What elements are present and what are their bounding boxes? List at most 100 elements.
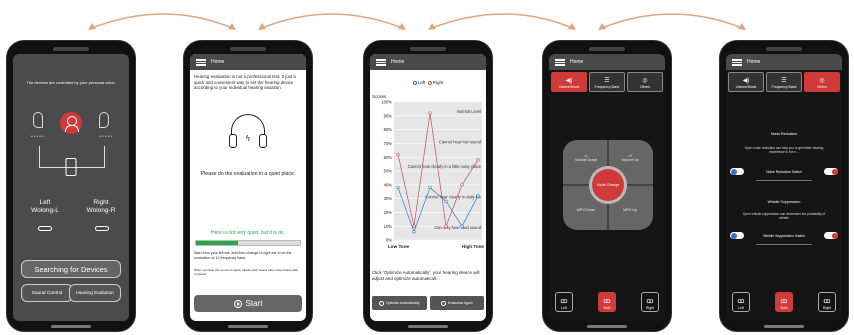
screen: The devices are controlled by your perso…: [13, 54, 129, 321]
mpo-down-button[interactable]: MPO Down: [569, 208, 603, 212]
stage: The devices are controlled by your perso…: [0, 0, 854, 335]
whistle-suppression-title: Whistle Suppression: [767, 200, 801, 204]
screen: Home ◀) Volume/Mode ☰ Frequency Band ◎ Othe…: [549, 54, 665, 321]
hearing-evaluation-button[interactable]: Hearing Evalution: [69, 284, 121, 302]
screen: Home Hearing evaluation is not a profess…: [190, 54, 306, 321]
both-ears-icon: ꝏ: [780, 298, 788, 305]
noise-reduction-description: Open noise reduction can help you to get…: [744, 146, 824, 154]
legend-right-marker: [427, 80, 432, 85]
volume-down-label: Volume Down: [574, 158, 598, 162]
ear-both-label: Both: [603, 306, 611, 310]
quiet-place-text: Please do the evaluation in a quiet plac…: [200, 171, 296, 177]
ear-left-button[interactable]: ꝏ Left: [732, 292, 750, 312]
y-tick-label: 10%: [384, 224, 393, 229]
x-end-label: High Tone: [462, 244, 485, 249]
data-point-left: [476, 194, 480, 198]
flow-arrows: [88, 13, 746, 30]
tab-frequency-band[interactable]: ☰ Frequency Band: [589, 72, 625, 92]
phone-volume-mode: Home ◀) Volume/Mode ☰ Frequency Band ◎ Othe…: [542, 40, 672, 332]
optimize-note: Click 'Optimize Automatically', your hea…: [372, 270, 480, 281]
tab-volume-mode[interactable]: ◀) Volume/Mode: [728, 72, 764, 92]
flow-arrow-3: [431, 13, 573, 29]
data-point-right: [428, 111, 432, 115]
tab-others[interactable]: ◎ Others: [804, 72, 840, 92]
ear-left-label: Left: [738, 306, 744, 310]
tab-frequency-band-label: Frequency Band: [594, 85, 620, 89]
data-point-right: [396, 152, 400, 157]
top-bar-title: Home: [211, 59, 225, 65]
tab-volume-mode[interactable]: ◀) Volume/Mode: [551, 72, 587, 92]
data-point-left: [396, 185, 400, 190]
hint-text: When you hear the sound of signal, pleas…: [194, 268, 299, 276]
sound-control-button[interactable]: Sound Control: [21, 284, 73, 302]
mpo-up-button[interactable]: MPO Up: [613, 208, 647, 212]
legend-left-label: Left: [417, 80, 426, 85]
tab-frequency-band[interactable]: ☰ Frequency Band: [766, 72, 802, 92]
ear-right-button[interactable]: ꝏ Right: [641, 292, 659, 312]
y-tick-label: 80%: [384, 127, 393, 132]
ear-selector: ꝏ Left ꝏ Both ꝏ Right: [732, 292, 836, 312]
left-hearing-aid-icon: [33, 112, 43, 128]
chart-annotation: Cannot hear clearly in daily life: [425, 195, 481, 200]
data-point-left: [444, 199, 448, 203]
data-point-right: [460, 183, 464, 187]
data-point-right: [444, 224, 448, 228]
noise-reduction-toggle-off[interactable]: [824, 168, 838, 175]
y-tick-label: 60%: [384, 155, 393, 160]
action-buttons: Optimize Automatically Evaluation Again: [372, 296, 484, 310]
ear-left-label: Left: [561, 306, 567, 310]
top-bar: Home: [370, 54, 486, 70]
instruction-text: Start from your left ear, and then chang…: [194, 251, 292, 260]
pulse-circle-icon: ◎: [642, 78, 648, 84]
menu-icon[interactable]: [196, 58, 206, 66]
ear-both-button[interactable]: ꝏ Both: [598, 292, 616, 312]
y-axis-label: Scores: [372, 94, 387, 99]
top-bar-title: Home: [747, 59, 761, 65]
noise-level-bar: [195, 240, 301, 246]
gear-icon: [379, 300, 385, 306]
ear-both-button[interactable]: ꝏ Both: [775, 292, 793, 312]
top-bar: Home: [190, 54, 306, 70]
ear-selector: ꝏ Left ꝏ Both ꝏ Right: [555, 292, 659, 312]
menu-icon[interactable]: [555, 58, 565, 66]
flow-arrow-4: [601, 13, 743, 29]
y-tick-label: 100%: [381, 100, 392, 105]
noise-reduction-switch-label: Noise Reduction Switch: [766, 169, 802, 174]
y-tick-label: 70%: [384, 141, 393, 146]
mode-change-button[interactable]: Mode Change: [592, 169, 624, 201]
optimize-button[interactable]: Optimize Automatically: [372, 296, 427, 310]
chart-annotation: Cannot hear low sound: [439, 139, 482, 144]
ear-left-button[interactable]: ꝏ Left: [555, 292, 573, 312]
play-icon: [440, 300, 446, 306]
menu-icon[interactable]: [732, 58, 742, 66]
control-pad: ◁- Volume Down ◁+ Volume Up MPO Down MPO U…: [563, 140, 653, 230]
ear-right-label: Right: [646, 306, 654, 310]
start-button[interactable]: Start: [194, 295, 302, 312]
tab-frequency-band-label: Frequency Band: [771, 85, 797, 89]
both-ears-icon: ꝏ: [603, 298, 611, 305]
right-battery-icon: [95, 226, 109, 231]
evaluation-again-button[interactable]: Evaluation Again: [429, 296, 484, 310]
hearing-chart: 100% 90% 80% 70% 60% 50% 40% 30% 20% 10% 0% Scores L…: [372, 94, 485, 249]
legend-left-marker: [412, 80, 417, 85]
tab-others[interactable]: ◎ Others: [627, 72, 663, 92]
user-avatar-icon[interactable]: [60, 112, 82, 134]
whistle-toggle-on[interactable]: [730, 232, 744, 239]
search-devices-button[interactable]: Searching for Devices: [21, 260, 121, 278]
noise-reduction-toggle-on[interactable]: [730, 168, 744, 175]
pulse-circle-icon: ◎: [819, 78, 825, 84]
y-tick-label: 0%: [386, 238, 392, 243]
screen: Home Left Right 100% 90% 80% 70% 60% 50% 40% 30…: [370, 54, 486, 321]
ear-icon: ꝏ: [560, 298, 568, 305]
chart-annotation: Cannot hear clearly in a little noisy pl…: [408, 164, 482, 169]
whistle-toggle-off[interactable]: [824, 232, 838, 239]
volume-up-button[interactable]: ◁+ Volume Up: [613, 154, 647, 162]
volume-down-button[interactable]: ◁- Volume Down: [569, 154, 603, 162]
ear-icon: ꝏ: [823, 298, 831, 305]
menu-icon[interactable]: [376, 58, 386, 66]
phone-hearing-evaluation: Home Hearing evaluation is not a profess…: [183, 40, 313, 332]
data-point-left: [412, 230, 416, 234]
noise-status-text: Here is not very quiet, but it is ok.: [211, 230, 285, 236]
volume-up-label: Volume Up: [621, 158, 639, 162]
ear-right-button[interactable]: ꝏ Right: [818, 292, 836, 312]
